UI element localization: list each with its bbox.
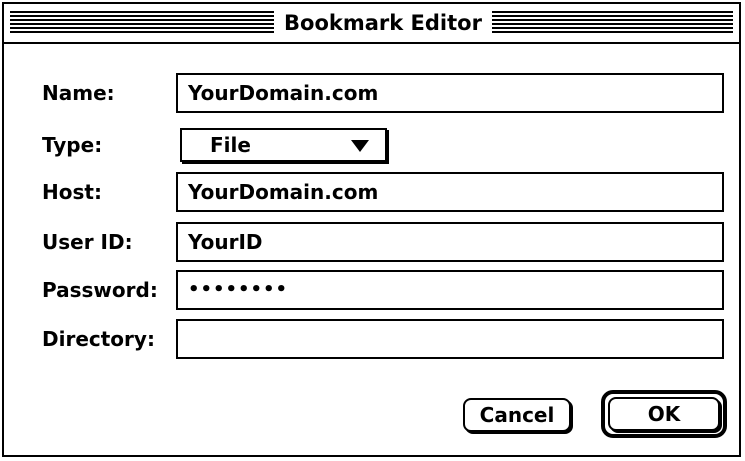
title-bar[interactable]: Bookmark Editor bbox=[4, 4, 739, 44]
name-label: Name: bbox=[42, 81, 115, 105]
password-label: Password: bbox=[42, 278, 158, 302]
host-field[interactable]: YourDomain.com bbox=[176, 172, 724, 212]
user-id-label: User ID: bbox=[42, 230, 133, 254]
window-title: Bookmark Editor bbox=[274, 4, 492, 42]
directory-field[interactable] bbox=[176, 319, 724, 359]
host-label: Host: bbox=[42, 180, 102, 204]
ok-button[interactable]: OK bbox=[608, 397, 720, 431]
type-label: Type: bbox=[42, 133, 103, 157]
type-dropdown-value: File bbox=[210, 133, 251, 157]
type-dropdown[interactable]: File bbox=[180, 128, 387, 162]
name-field[interactable]: YourDomain.com bbox=[176, 73, 724, 113]
title-bar-stripes-right bbox=[492, 11, 733, 35]
directory-label: Directory: bbox=[42, 327, 155, 351]
bookmark-editor-dialog: Bookmark Editor Name: YourDomain.com Typ… bbox=[2, 2, 741, 457]
title-bar-stripes-left bbox=[10, 11, 274, 35]
user-id-field[interactable]: YourID bbox=[176, 222, 724, 262]
password-field[interactable]: •••••••• bbox=[176, 270, 724, 310]
cancel-button[interactable]: Cancel bbox=[463, 398, 571, 432]
dropdown-arrow-icon bbox=[351, 140, 369, 152]
